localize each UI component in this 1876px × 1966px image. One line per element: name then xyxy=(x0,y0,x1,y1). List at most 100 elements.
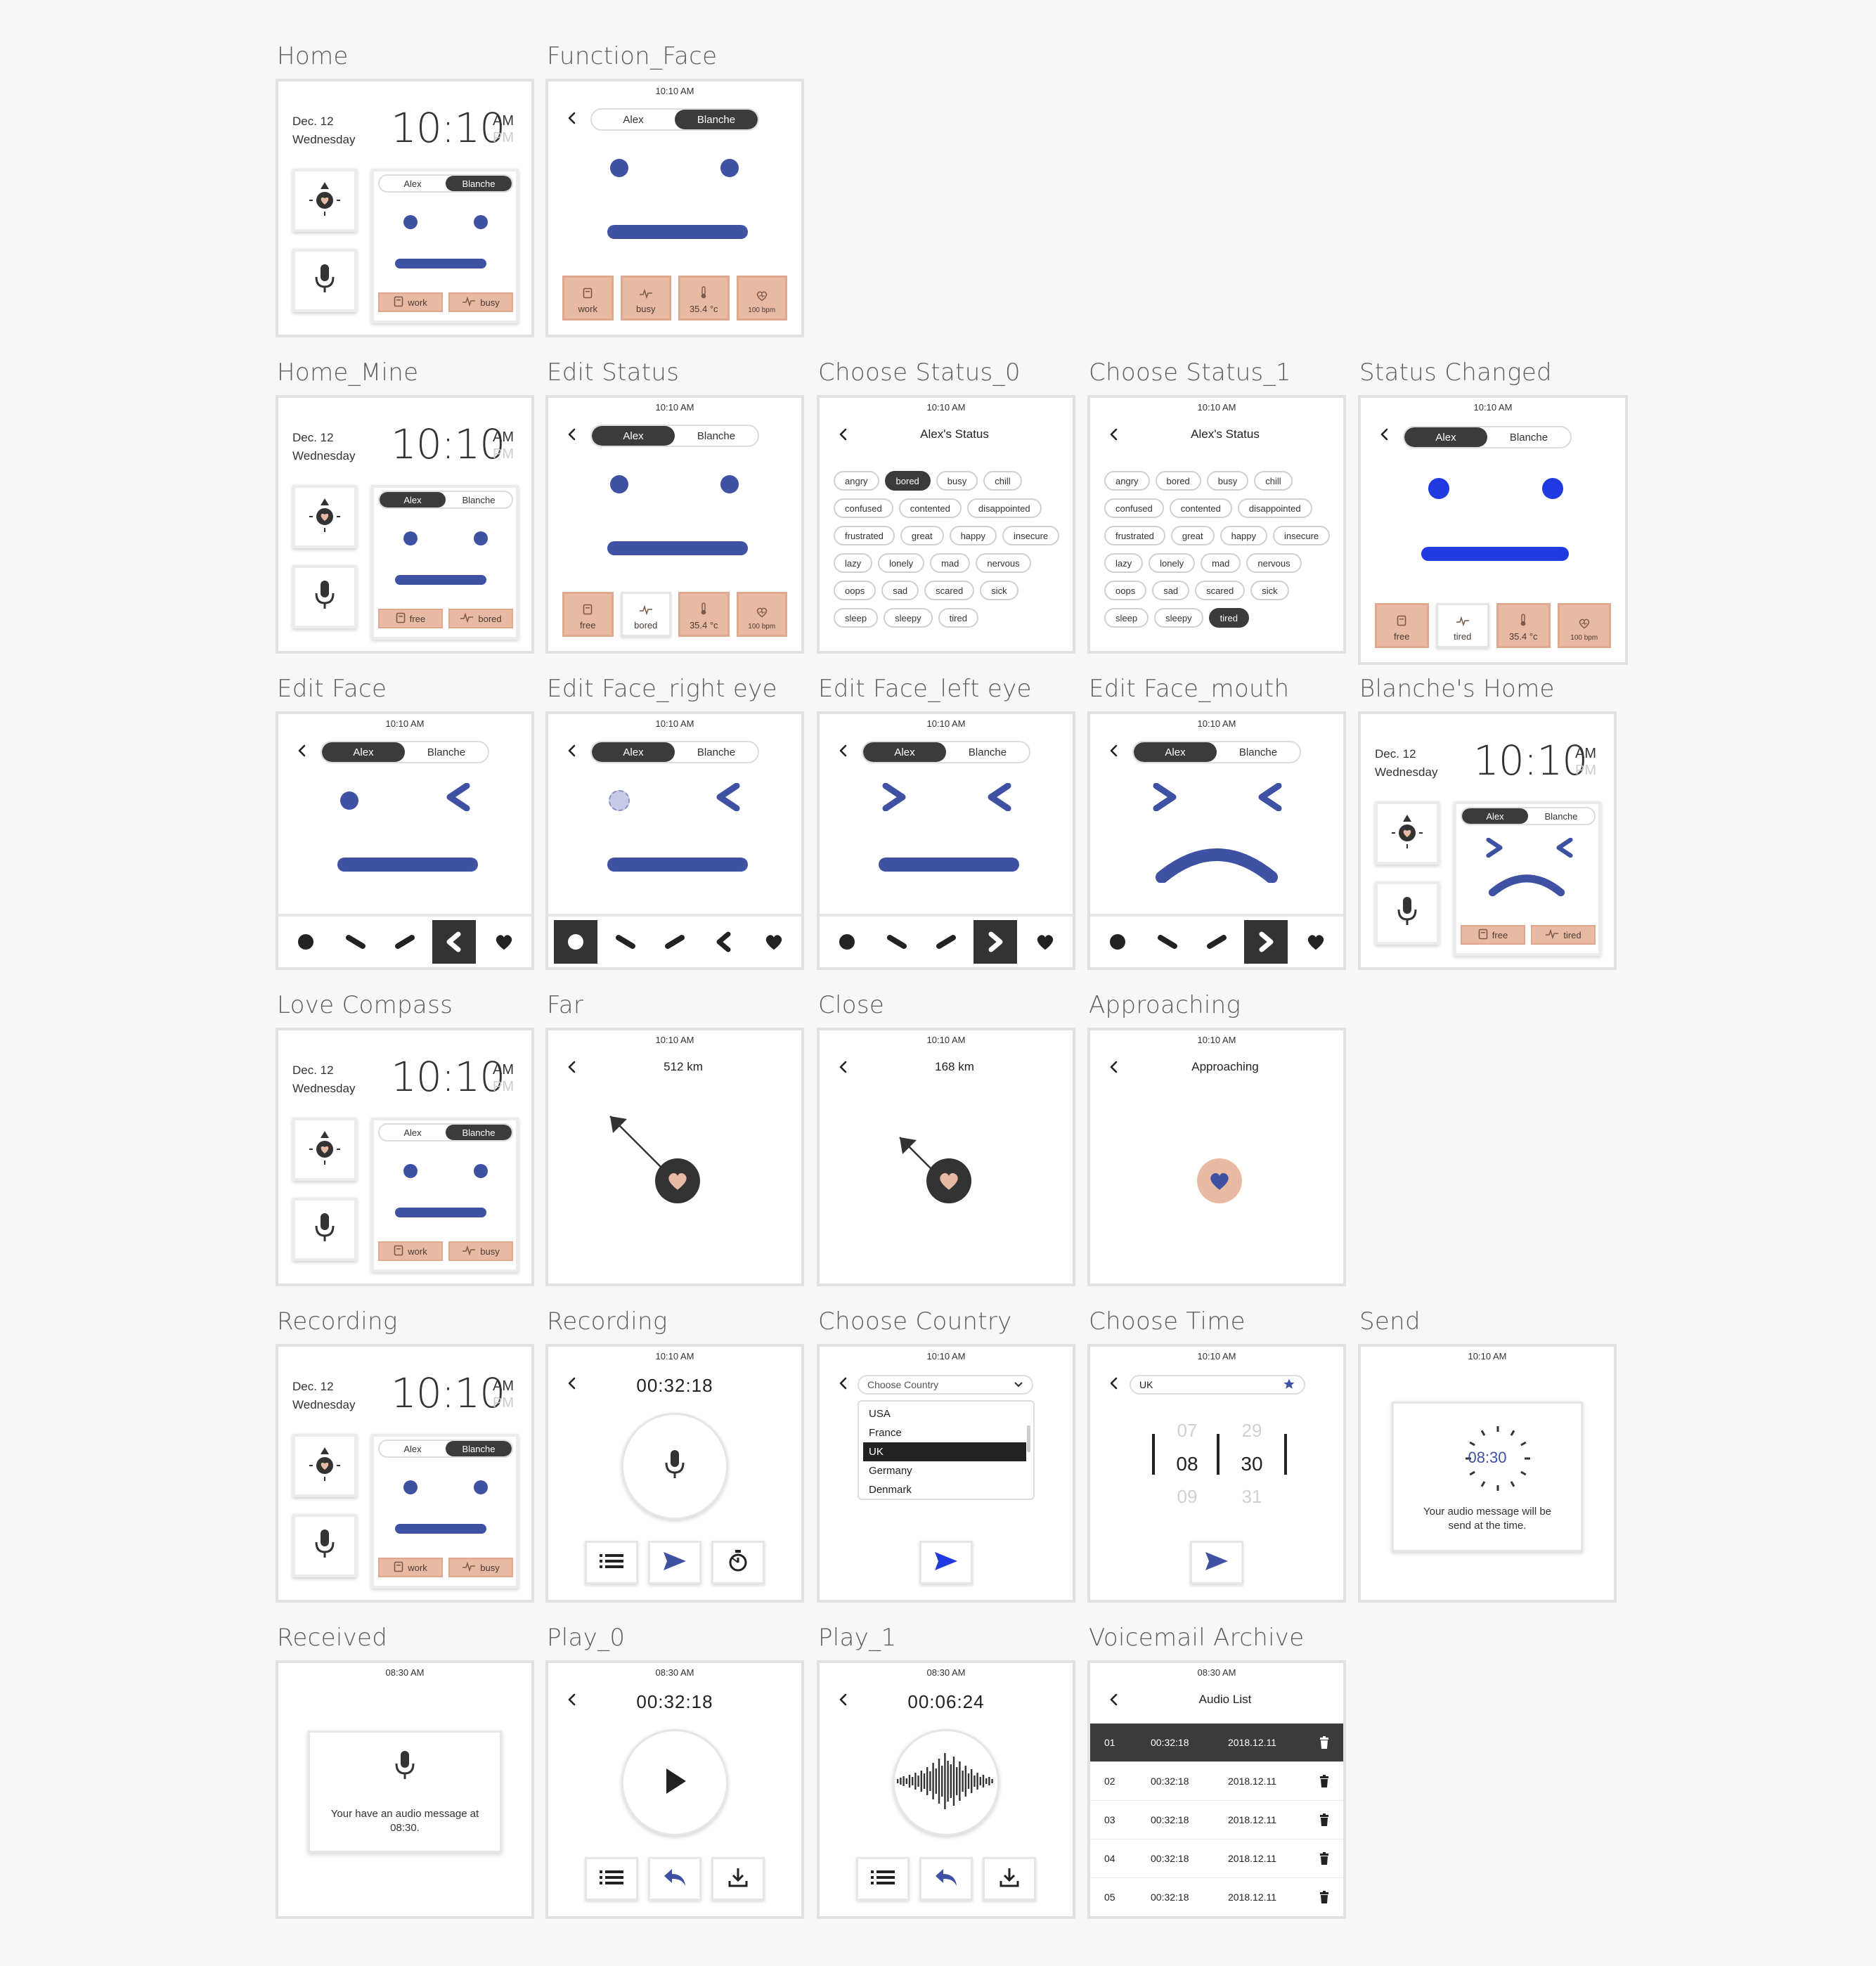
back-icon[interactable] xyxy=(1107,427,1121,441)
status-chip-happy[interactable]: happy xyxy=(949,526,997,545)
status-chip-sleepy[interactable]: sleepy xyxy=(884,608,933,628)
back-icon[interactable] xyxy=(565,427,579,441)
dot-shape-button[interactable] xyxy=(284,920,328,964)
status-chip-insecure[interactable]: insecure xyxy=(1272,526,1331,545)
tag-free[interactable]: free xyxy=(378,609,443,628)
stat-tile[interactable]: free xyxy=(1375,603,1429,648)
record-button[interactable] xyxy=(292,249,357,312)
trash-icon[interactable] xyxy=(1319,1891,1329,1906)
status-chip-chill[interactable]: chill xyxy=(983,471,1022,491)
send-button[interactable] xyxy=(919,1541,973,1584)
status-chip-scared[interactable]: scared xyxy=(1195,581,1246,600)
user-toggle[interactable]: Alex Blanche xyxy=(590,741,759,763)
face-widget[interactable]: Alex Blanche work busy xyxy=(371,1118,519,1272)
toggle-alex[interactable]: Alex xyxy=(1134,742,1217,762)
toggle-alex[interactable]: Alex xyxy=(380,1441,446,1456)
status-chip-disappointed[interactable]: disappointed xyxy=(1237,498,1312,518)
status-chip-lazy[interactable]: lazy xyxy=(1104,553,1144,573)
status-chip-sleepy[interactable]: sleepy xyxy=(1154,608,1203,628)
slash-up-button[interactable] xyxy=(1195,920,1238,964)
back-icon[interactable] xyxy=(1378,427,1392,441)
status-chip-nervous[interactable]: nervous xyxy=(1246,553,1302,573)
tag-busy[interactable]: busy xyxy=(448,1558,513,1577)
toggle-alex[interactable]: Alex xyxy=(592,110,675,129)
love-compass-button[interactable] xyxy=(292,1118,357,1181)
toggle-blanche[interactable]: Blanche xyxy=(1487,427,1570,447)
toggle-blanche[interactable]: Blanche xyxy=(675,110,758,129)
toggle-alex[interactable]: Alex xyxy=(322,742,405,762)
status-chip-sick[interactable]: sick xyxy=(980,581,1018,600)
back-icon[interactable] xyxy=(565,111,579,125)
record-button[interactable] xyxy=(292,1514,357,1577)
toggle-alex[interactable]: Alex xyxy=(380,492,446,507)
status-chip-angry[interactable]: angry xyxy=(834,471,879,491)
heart-shape-button[interactable] xyxy=(1294,920,1338,964)
status-chip-lonely[interactable]: lonely xyxy=(1149,553,1196,573)
back-icon[interactable] xyxy=(1107,1060,1121,1074)
status-chip-mad[interactable]: mad xyxy=(930,553,971,573)
toggle-blanche[interactable]: Blanche xyxy=(446,176,512,191)
tag-free[interactable]: free xyxy=(1461,925,1525,945)
user-toggle[interactable]: Alex Blanche xyxy=(1132,741,1301,763)
stat-tile[interactable]: tired xyxy=(1435,603,1489,648)
back-icon[interactable] xyxy=(836,1376,850,1390)
archive-row[interactable]: 03 00:32:18 2018.12.11 xyxy=(1090,1801,1343,1839)
status-chip-contented[interactable]: contented xyxy=(898,498,962,518)
heart-icon[interactable] xyxy=(1197,1158,1242,1203)
toggle-blanche[interactable]: Blanche xyxy=(446,1125,512,1140)
status-chip-confused[interactable]: confused xyxy=(1104,498,1164,518)
status-chip-scared[interactable]: scared xyxy=(924,581,975,600)
status-chip-chill[interactable]: chill xyxy=(1254,471,1293,491)
status-chip-angry[interactable]: angry xyxy=(1104,471,1150,491)
reply-button[interactable] xyxy=(919,1857,973,1901)
toggle-alex[interactable]: Alex xyxy=(863,742,946,762)
list-button[interactable] xyxy=(585,1857,638,1901)
slash-up-button[interactable] xyxy=(383,920,427,964)
chevron-button[interactable] xyxy=(702,920,746,964)
dot-shape-button[interactable] xyxy=(825,920,869,964)
status-chip-lonely[interactable]: lonely xyxy=(878,553,925,573)
toggle-blanche[interactable]: Blanche xyxy=(446,1441,512,1456)
user-toggle[interactable]: Alex Blanche xyxy=(321,741,489,763)
status-chip-tired[interactable]: tired xyxy=(1208,608,1249,628)
toggle-blanche[interactable]: Blanche xyxy=(946,742,1029,762)
trash-icon[interactable] xyxy=(1319,1775,1329,1790)
stat-tile[interactable]: 35.4 °c xyxy=(678,276,730,321)
hours-picker[interactable]: 07 08 09 xyxy=(1166,1414,1208,1513)
status-chip-sick[interactable]: sick xyxy=(1250,581,1289,600)
love-compass-button[interactable] xyxy=(292,169,357,232)
tag-work[interactable]: work xyxy=(378,292,443,312)
list-button[interactable] xyxy=(585,1541,638,1584)
status-chip-confused[interactable]: confused xyxy=(834,498,893,518)
left-eye-placeholder[interactable] xyxy=(609,790,630,811)
country-field[interactable]: UK xyxy=(1130,1375,1305,1395)
love-compass-button[interactable] xyxy=(292,485,357,548)
download-button[interactable] xyxy=(983,1857,1036,1901)
tag-tired[interactable]: tired xyxy=(1531,925,1596,945)
user-toggle[interactable]: Alex Blanche xyxy=(590,425,759,447)
back-icon[interactable] xyxy=(565,1060,579,1074)
status-chip-frustrated[interactable]: frustrated xyxy=(834,526,895,545)
back-icon[interactable] xyxy=(1107,1693,1121,1707)
user-toggle[interactable]: Alex Blanche xyxy=(378,491,513,509)
toggle-blanche[interactable]: Blanche xyxy=(1217,742,1300,762)
toggle-alex[interactable]: Alex xyxy=(592,426,675,446)
status-chip-oops[interactable]: oops xyxy=(1104,581,1147,600)
country-option[interactable]: UK xyxy=(863,1442,1026,1461)
heart-shape-button[interactable] xyxy=(1023,920,1067,964)
love-compass-button[interactable] xyxy=(292,1434,357,1497)
back-icon[interactable] xyxy=(836,427,850,441)
country-option[interactable]: France xyxy=(863,1423,1029,1442)
toggle-alex[interactable]: Alex xyxy=(380,1125,446,1140)
country-option[interactable]: Denmark xyxy=(863,1480,1029,1499)
back-icon[interactable] xyxy=(295,744,309,758)
user-toggle[interactable]: Alex Blanche xyxy=(1403,426,1572,448)
back-icon[interactable] xyxy=(1107,744,1121,758)
status-chip-oops[interactable]: oops xyxy=(834,581,876,600)
heart-icon[interactable] xyxy=(655,1158,700,1203)
play-button[interactable] xyxy=(893,1729,1000,1836)
back-icon[interactable] xyxy=(836,744,850,758)
dot-shape-button[interactable] xyxy=(1096,920,1139,964)
mic-button[interactable] xyxy=(621,1413,728,1520)
minutes-picker[interactable]: 29 30 31 xyxy=(1231,1414,1273,1513)
